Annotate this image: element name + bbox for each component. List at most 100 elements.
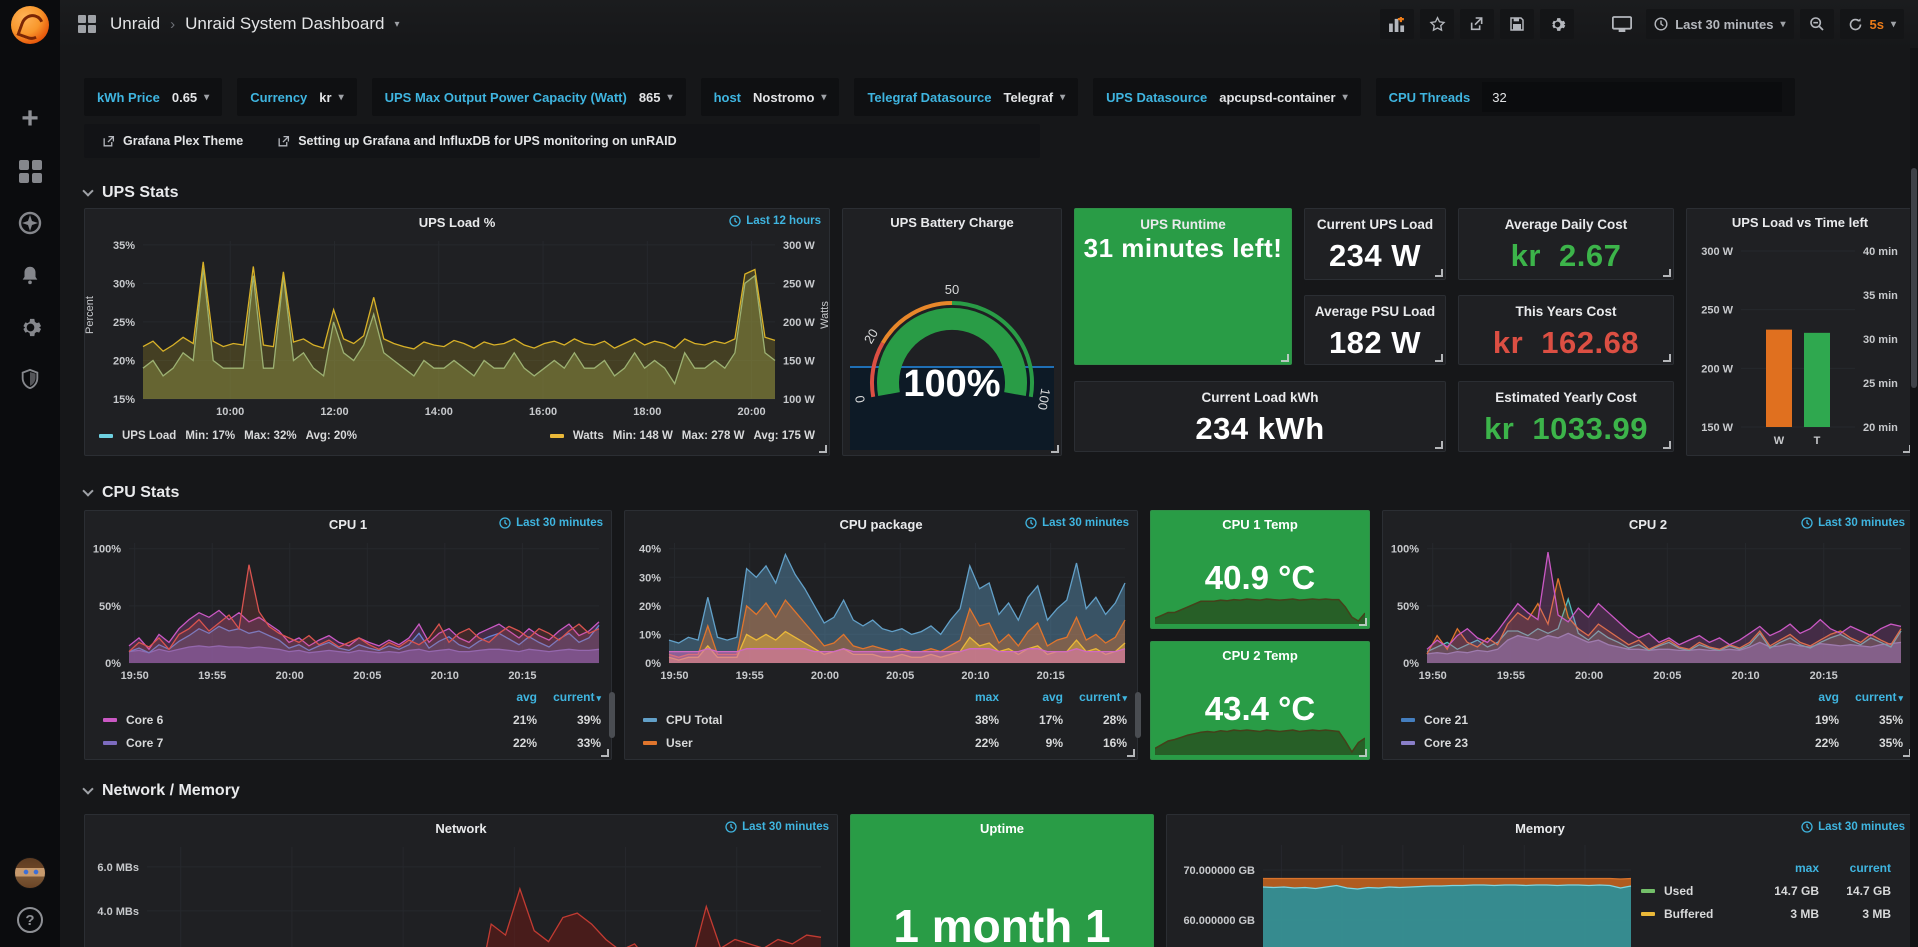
variable-value-dropdown[interactable]: 865▾	[639, 90, 673, 105]
cpu1-chart[interactable]: 19:5019:5520:0020:0520:1020:150%50%100%	[85, 537, 611, 683]
legend-series-name[interactable]: CPU Total	[666, 713, 935, 727]
panel-title[interactable]: Average Daily Cost	[1459, 209, 1673, 232]
panel-title[interactable]: UPS Load %	[419, 215, 496, 230]
panel-title[interactable]: CPU 1	[329, 517, 367, 532]
memory-chart[interactable]: 50.000000 GB60.000000 GB70.000000 GB	[1167, 841, 1637, 947]
create-icon[interactable]: +	[17, 106, 43, 132]
legend-col-avg[interactable]: avg	[473, 690, 537, 704]
cpu-package-chart[interactable]: 19:5019:5520:0020:0520:1020:150%10%20%30…	[625, 537, 1137, 683]
panel-title[interactable]: CPU 2 Temp	[1222, 648, 1298, 663]
legend-swatch[interactable]	[1641, 912, 1655, 916]
variable-value-dropdown[interactable]: 0.65▾	[172, 90, 209, 105]
panel-title[interactable]: Estimated Yearly Cost	[1459, 382, 1673, 405]
user-avatar[interactable]	[14, 857, 46, 889]
link-grafana-plex-theme[interactable]: Grafana Plex Theme	[102, 134, 243, 148]
legend-series-name[interactable]: UPS Load	[122, 430, 176, 442]
section-network-memory[interactable]: Network / Memory	[84, 782, 240, 800]
legend-series-name[interactable]: Core 21	[1424, 713, 1775, 727]
cpu2-chart[interactable]: 19:5019:5520:0020:0520:1020:150%50%100%	[1383, 537, 1913, 683]
legend-col-max[interactable]: max	[935, 690, 999, 704]
legend-col-max[interactable]: max	[1747, 861, 1819, 875]
legend-series-name[interactable]: Core 23	[1424, 736, 1775, 750]
panel-title[interactable]: CPU package	[839, 517, 922, 532]
time-range-picker[interactable]: Last 30 minutes ▾	[1646, 9, 1793, 39]
save-dashboard-button[interactable]	[1500, 9, 1534, 39]
zoom-out-time-button[interactable]	[1800, 9, 1834, 39]
legend-swatch[interactable]	[1401, 741, 1415, 745]
legend-col-avg[interactable]: avg	[999, 690, 1063, 704]
share-dashboard-button[interactable]	[1460, 9, 1494, 39]
cycle-view-mode-button[interactable]	[1604, 9, 1640, 39]
variable-value-dropdown[interactable]: Nostromo▾	[753, 90, 826, 105]
legend-swatch[interactable]	[103, 718, 117, 722]
explore-compass-icon[interactable]	[17, 210, 43, 236]
panel-time-override[interactable]: Last 12 hours	[729, 215, 821, 227]
legend-col-avg[interactable]: avg	[1775, 690, 1839, 704]
ups-load-vs-time-chart[interactable]: 150 W200 W250 W300 W20 min25 min30 min35…	[1687, 235, 1913, 449]
legend-scrollbar[interactable]	[1135, 692, 1141, 738]
panel-title[interactable]: UPS Battery Charge	[890, 215, 1014, 230]
panel-title[interactable]: Uptime	[980, 821, 1024, 836]
legend-series-name[interactable]: User	[666, 736, 935, 750]
link-ups-monitoring-guide[interactable]: Setting up Grafana and InfluxDB for UPS …	[277, 134, 676, 148]
network-chart[interactable]: 2.0 MBs4.0 MBs6.0 MBs	[85, 841, 837, 947]
scrollbar-thumb[interactable]	[1911, 168, 1917, 388]
panel-time-override[interactable]: Last 30 minutes	[1801, 821, 1905, 833]
server-admin-shield-icon[interactable]	[17, 366, 43, 392]
legend-scrollbar[interactable]	[609, 692, 615, 738]
dashboard-settings-button[interactable]	[1540, 9, 1574, 39]
panel-title[interactable]: Current Load kWh	[1075, 382, 1445, 405]
legend-col-current[interactable]: current	[1063, 690, 1127, 704]
variable-value-dropdown[interactable]: Telegraf▾	[1003, 90, 1065, 105]
legend-swatch[interactable]	[643, 741, 657, 745]
legend-swatch[interactable]	[103, 741, 117, 745]
panel-title[interactable]: Network	[435, 821, 486, 836]
configuration-gear-icon[interactable]	[17, 314, 43, 340]
refresh-button[interactable]: 5s ▾	[1840, 9, 1905, 39]
legend-swatch[interactable]	[1641, 889, 1655, 893]
dashboard-grid-icon[interactable]	[78, 15, 96, 33]
variable-value-dropdown[interactable]: apcupsd-container▾	[1219, 90, 1347, 105]
dashboards-icon[interactable]	[17, 158, 43, 184]
legend-swatch[interactable]	[550, 434, 564, 438]
battery-gauge[interactable]: 02050100100%	[843, 235, 1061, 453]
legend-swatch[interactable]	[643, 718, 657, 722]
cpu-threads-input[interactable]	[1482, 82, 1782, 112]
panel-title[interactable]: UPS Load vs Time left	[1732, 215, 1868, 230]
grafana-logo-icon[interactable]	[11, 6, 49, 44]
panel-title[interactable]: Memory	[1515, 821, 1565, 836]
panel-title[interactable]: This Years Cost	[1459, 296, 1673, 319]
legend-series-name[interactable]: Watts	[573, 430, 604, 442]
svg-text:50%: 50%	[99, 601, 121, 613]
legend-series-name[interactable]: Buffered	[1664, 907, 1747, 921]
panel-time-override[interactable]: Last 30 minutes	[1801, 517, 1905, 529]
panel-title[interactable]: Average PSU Load	[1305, 296, 1445, 319]
dashboard-dropdown-caret-icon[interactable]: ▾	[394, 19, 399, 30]
panel-time-override[interactable]: Last 30 minutes	[1025, 517, 1129, 529]
legend-series-name[interactable]: Core 7	[126, 736, 473, 750]
legend-swatch[interactable]	[1401, 718, 1415, 722]
add-panel-button[interactable]	[1380, 9, 1414, 39]
legend-col-current[interactable]: current	[1819, 861, 1891, 875]
caret-down-icon: ▾	[1343, 92, 1348, 103]
panel-time-override[interactable]: Last 30 minutes	[499, 517, 603, 529]
help-icon[interactable]: ?	[17, 907, 43, 933]
legend-series-name[interactable]: Core 6	[126, 713, 473, 727]
breadcrumb-dashboard-title[interactable]: Unraid System Dashboard	[185, 14, 384, 34]
legend-col-current[interactable]: current	[1839, 690, 1903, 704]
legend-swatch[interactable]	[99, 434, 113, 438]
section-cpu-stats[interactable]: CPU Stats	[84, 484, 179, 502]
legend-col-current[interactable]: current	[537, 690, 601, 704]
panel-title[interactable]: CPU 2	[1629, 517, 1667, 532]
variable-value-dropdown[interactable]: kr▾	[319, 90, 343, 105]
panel-title[interactable]: CPU 1 Temp	[1222, 517, 1298, 532]
panel-title[interactable]: Current UPS Load	[1305, 209, 1445, 232]
section-ups-stats[interactable]: UPS Stats	[84, 184, 178, 202]
ups-load-chart[interactable]: 10:0012:0014:0016:0018:0020:0015%20%25%3…	[85, 235, 829, 423]
panel-time-override[interactable]: Last 30 minutes	[725, 821, 829, 833]
alerting-bell-icon[interactable]	[17, 262, 43, 288]
star-dashboard-button[interactable]	[1420, 9, 1454, 39]
legend-series-name[interactable]: Used	[1664, 884, 1747, 898]
breadcrumb-folder[interactable]: Unraid	[110, 14, 160, 34]
panel-title[interactable]: UPS Runtime	[1075, 209, 1291, 232]
